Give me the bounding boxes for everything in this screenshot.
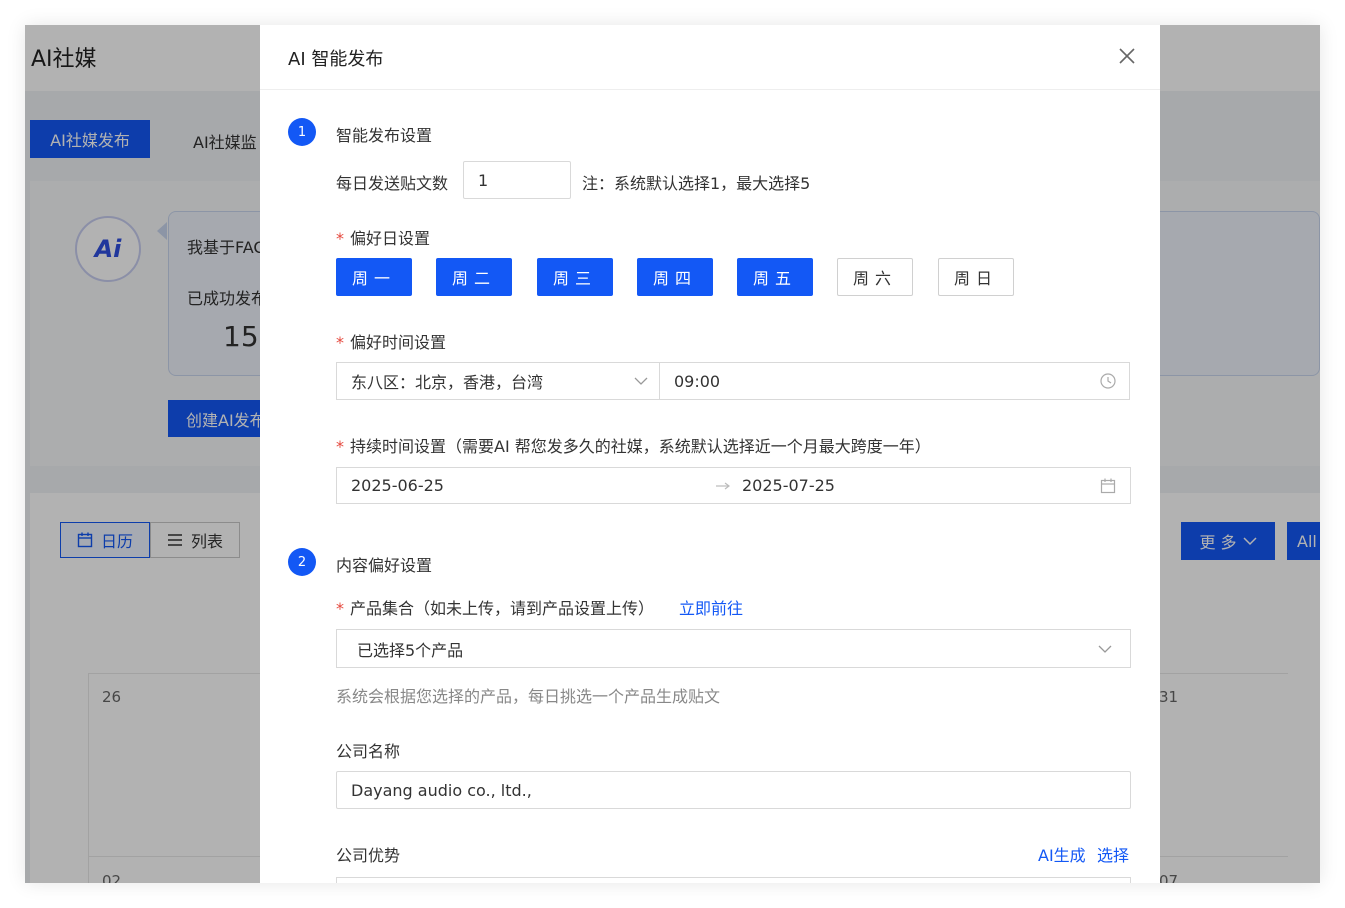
calendar-icon: [1100, 478, 1116, 494]
company-advantage-label: 公司优势: [336, 846, 401, 865]
preferred-time-label: * 偏好时间设置: [336, 329, 446, 353]
select-link[interactable]: 选择: [1097, 842, 1129, 866]
required-mark: *: [336, 229, 344, 248]
end-date: 2025-07-25: [742, 476, 835, 495]
modal-title: AI 智能发布: [288, 49, 384, 70]
chevron-down-icon: [1098, 644, 1112, 654]
ai-publish-modal: AI 智能发布 1 智能发布设置 每日发送贴文数 注：系统默认选择1，最大选择5…: [260, 25, 1160, 883]
timezone-select[interactable]: 东八区：北京，香港，台湾: [336, 362, 660, 400]
product-value: 已选择5个产品: [357, 640, 464, 660]
preferred-days-label: * 偏好日设置: [336, 225, 430, 249]
required-mark: *: [336, 437, 344, 456]
step-1-title: 智能发布设置: [336, 126, 433, 145]
day-button-thu[interactable]: 周四: [637, 258, 713, 296]
duration-label-text: 持续时间设置（需要AI 帮您发多久的社媒，系统默认选择近一个月最大跨度一年）: [350, 437, 931, 456]
product-hint: 系统会根据您选择的产品，每日挑选一个产品生成贴文: [336, 687, 721, 706]
daily-posts-note: 注：系统默认选择1，最大选择5: [582, 174, 811, 193]
company-name-input[interactable]: [336, 771, 1131, 809]
day-button-fri[interactable]: 周五: [737, 258, 813, 296]
duration-label: * 持续时间设置（需要AI 帮您发多久的社媒，系统默认选择近一个月最大跨度一年）: [336, 433, 931, 457]
day-button-wed[interactable]: 周三: [537, 258, 613, 296]
day-button-sun[interactable]: 周日: [938, 258, 1014, 296]
step-2-title: 内容偏好设置: [336, 556, 433, 575]
arrow-right-icon: [715, 481, 731, 491]
date-range-picker[interactable]: 2025-06-25 2025-07-25: [336, 467, 1131, 504]
time-value: 09:00: [674, 371, 721, 391]
required-mark: *: [336, 599, 344, 618]
modal-header: AI 智能发布: [260, 25, 1160, 90]
product-label: * 产品集合（如未上传，请到产品设置上传）: [336, 595, 654, 619]
day-button-mon[interactable]: 周一: [336, 258, 412, 296]
day-button-tue[interactable]: 周二: [436, 258, 512, 296]
close-icon[interactable]: [1116, 45, 1138, 67]
required-mark: *: [336, 333, 344, 352]
chevron-down-icon: [634, 376, 648, 386]
ai-generate-link[interactable]: AI生成: [1038, 842, 1086, 866]
day-button-sat[interactable]: 周六: [837, 258, 913, 296]
step-2-badge: 2: [288, 548, 316, 576]
timezone-value: 东八区：北京，香港，台湾: [351, 373, 544, 392]
clock-icon: [1100, 373, 1116, 389]
daily-posts-input[interactable]: [463, 161, 571, 199]
time-picker[interactable]: 09:00: [659, 362, 1130, 400]
product-select[interactable]: 已选择5个产品: [336, 629, 1131, 668]
start-date: 2025-06-25: [351, 476, 444, 495]
product-label-text: 产品集合（如未上传，请到产品设置上传）: [350, 599, 655, 618]
preferred-time-label-text: 偏好时间设置: [350, 333, 447, 352]
step-1-badge: 1: [288, 118, 316, 146]
company-advantage-input[interactable]: [336, 877, 1131, 883]
daily-posts-label: 每日发送贴文数: [336, 174, 449, 193]
preferred-days-label-text: 偏好日设置: [350, 229, 431, 248]
company-name-label: 公司名称: [336, 742, 401, 761]
go-now-link[interactable]: 立即前往: [679, 595, 743, 619]
